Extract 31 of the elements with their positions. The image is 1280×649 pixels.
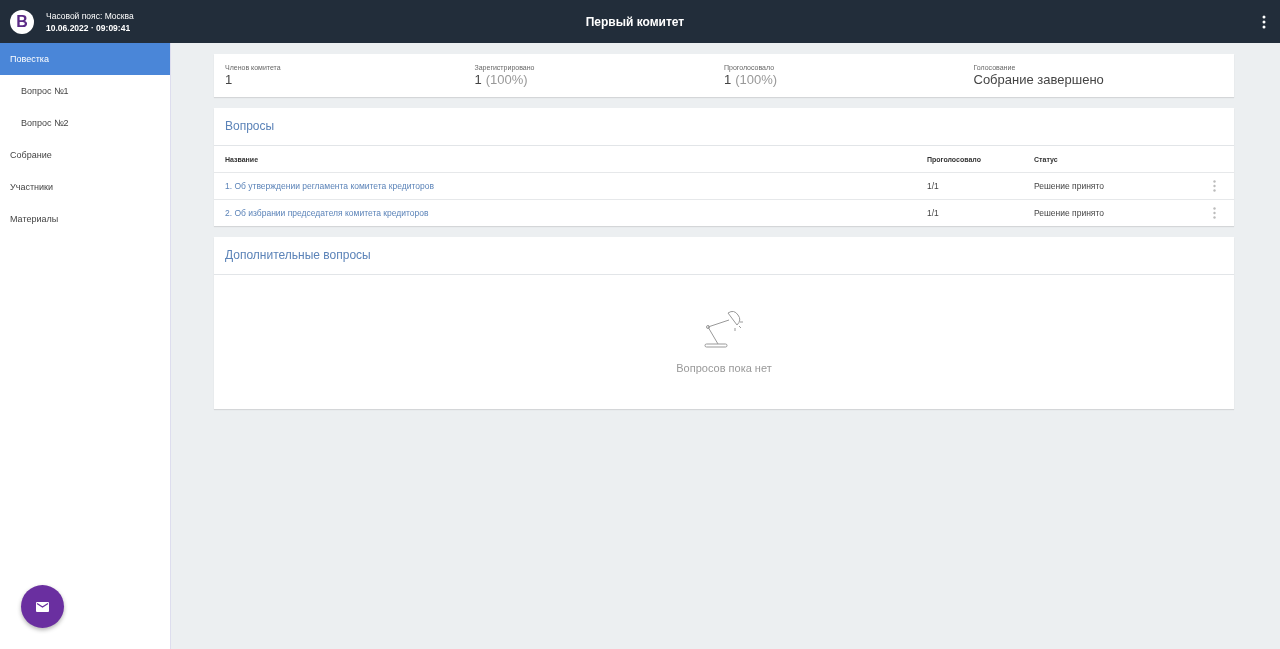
nav-item[interactable]: Повестка [0,43,170,75]
more-vertical-icon [1212,207,1216,219]
table-cell-text: 1/1 [927,208,940,218]
table-cell-text: 1/1 [927,181,940,191]
card-title: Дополнительные вопросы [214,237,1234,275]
page-title: Первый комитет [584,14,686,29]
date-time: 10.06.2022 · 09:09:41 [46,21,132,34]
nav-item[interactable]: Вопрос №2 [0,107,170,139]
nav-item[interactable]: Материалы [0,203,170,235]
stat-value: Собрание завершено [973,72,1104,87]
message-button[interactable] [21,585,64,628]
stat-percent: (100%) [485,72,528,87]
stat-value: 1 [474,72,482,87]
logo: B [10,9,34,34]
question-link[interactable]: 1. Об утверждении регламента комитета кредиторов [225,181,927,191]
empty-state-text: Вопросов пока нет [676,362,772,374]
desk-lamp-icon [702,310,746,350]
stat-value: 1 [724,72,732,87]
nav-item[interactable]: Вопрос №1 [0,75,170,107]
more-vertical-icon [1262,14,1266,29]
nav-item[interactable]: Участники [0,171,170,203]
stat-value: 1 [225,72,233,87]
stat-percent: (100%) [735,72,778,87]
nav-item[interactable]: Собрание [0,139,170,171]
envelope-icon [36,601,49,612]
table-cell-text: Решение принято [1034,181,1105,191]
more-vertical-icon [1212,180,1216,192]
card-title: Вопросы [214,108,1234,146]
timezone-label: Часовой пояс: Москва [46,9,134,22]
question-link[interactable]: 2. Об избрании председателя комитета кредиторов [225,208,927,218]
table-cell-text: Решение принято [1034,208,1105,218]
